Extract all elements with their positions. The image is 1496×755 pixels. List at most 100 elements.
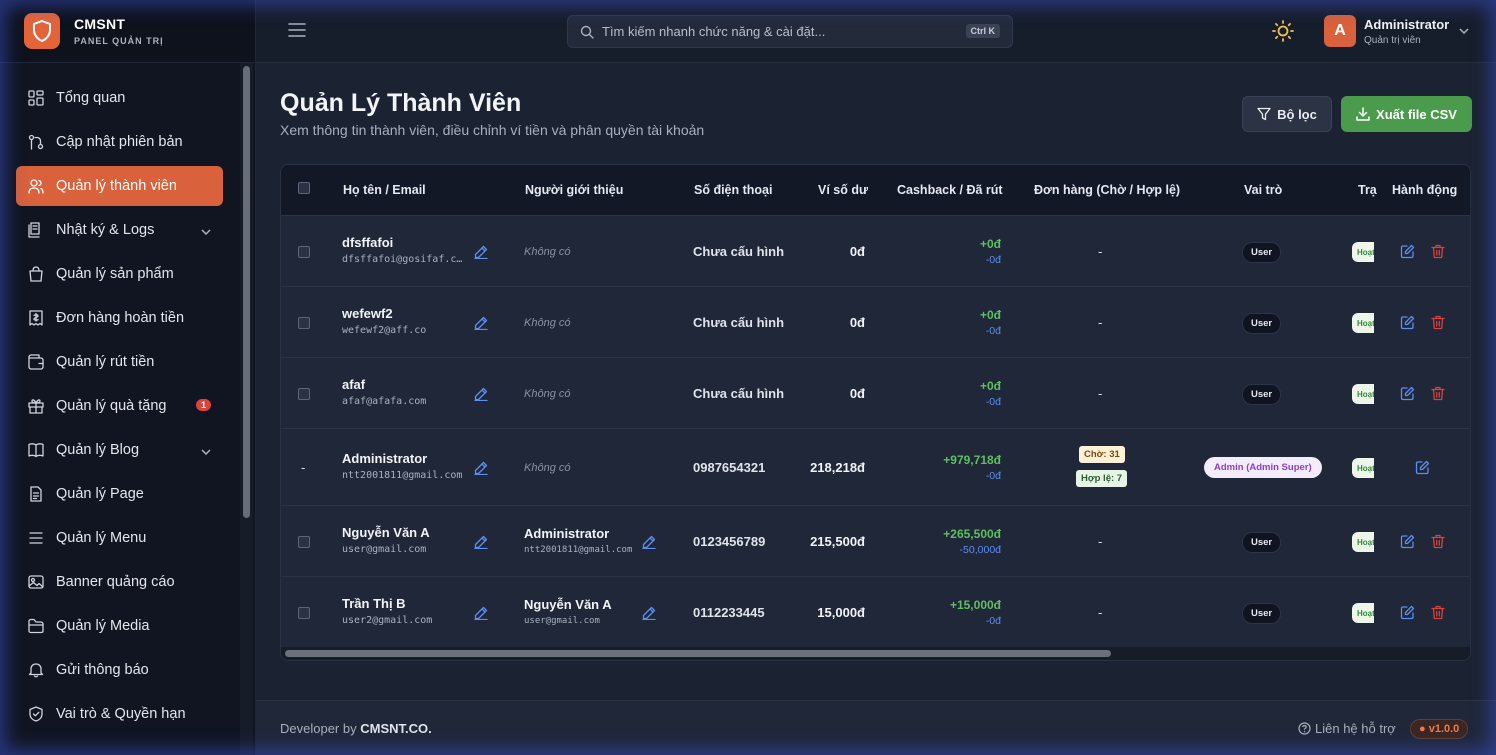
trash-icon[interactable] [1431, 534, 1445, 549]
withdrawn-amount: -50,000đ [959, 543, 1001, 556]
table-row[interactable]: Trần Thị B user2@gmail.com Nguyễn Văn A use… [281, 577, 1470, 648]
member-name: Nguyễn Văn A [342, 524, 430, 540]
edit-name-pencil-icon[interactable] [474, 387, 488, 401]
trash-icon[interactable] [1431, 386, 1445, 401]
sidebar-item-label: Quản lý Blog [56, 442, 140, 458]
col-wallet[interactable]: Ví số dư [818, 183, 868, 197]
row-checkbox[interactable] [298, 245, 310, 258]
edit-name-pencil-icon[interactable] [474, 245, 488, 259]
brand-name: CMSNT [74, 16, 126, 32]
orders-valid-badge: Hợp lệ: 7 [1076, 469, 1128, 487]
edit-icon[interactable] [1400, 244, 1415, 259]
sidebar-item-13[interactable]: Quản lý Media [16, 606, 223, 646]
edit-icon[interactable] [1400, 315, 1415, 330]
member-email: wefewf2@aff.co [342, 324, 427, 336]
row-checkbox[interactable] [298, 535, 310, 548]
edit-icon[interactable] [1415, 460, 1430, 475]
receipt-icon [28, 310, 44, 326]
sidebar-item-12[interactable]: Banner quảng cáo [16, 562, 223, 602]
member-phone: Chưa cấu hình [693, 385, 785, 401]
sidebar-item-7[interactable]: Quản lý rút tiền [16, 342, 223, 382]
edit-referrer-pencil-icon[interactable] [642, 606, 656, 620]
member-email: afaf@afafa.com [342, 395, 427, 407]
edit-referrer-pencil-icon[interactable] [642, 535, 656, 549]
page-subtitle: Xem thông tin thành viên, điều chỉnh ví … [280, 122, 705, 138]
member-phone: Chưa cấu hình [693, 243, 785, 259]
sidebar-item-8[interactable]: Quản lý quà tặng 1 [16, 386, 223, 426]
member-phone: 0123456789 [693, 533, 766, 549]
sidebar-item-label: Tổng quan [56, 90, 126, 106]
row-checkbox[interactable] [298, 606, 310, 619]
sidebar-item-label: Quản lý rút tiền [56, 354, 155, 370]
status-badge: Hoạt [1352, 531, 1374, 552]
shopping-bag-icon [28, 266, 44, 282]
sidebar-item-1[interactable]: Tổng quan [16, 78, 223, 118]
edit-icon[interactable] [1400, 605, 1415, 620]
edit-icon[interactable] [1400, 534, 1415, 549]
status-badge: Hoạt [1352, 312, 1374, 333]
avatar: A [1324, 15, 1356, 47]
edit-name-pencil-icon[interactable] [474, 535, 488, 549]
member-name: dfsffafoi [342, 234, 394, 250]
edit-name-pencil-icon[interactable] [474, 606, 488, 620]
orders-none: - [1098, 604, 1103, 620]
col-role[interactable]: Vai trò [1244, 183, 1282, 197]
git-icon [28, 134, 44, 150]
hamburger-menu-icon[interactable] [288, 22, 306, 43]
status-badge: Hoạt [1352, 457, 1374, 478]
col-cashback[interactable]: Cashback / Đã rút [897, 183, 1003, 197]
wallet-balance: 15,000đ [817, 604, 865, 620]
edit-name-pencil-icon[interactable] [474, 461, 488, 475]
table-row[interactable]: wefewf2 wefewf2@aff.co Không có Chưa cấu hì… [281, 287, 1470, 358]
sidebar-item-label: Đơn hàng hoàn tiền [56, 310, 185, 326]
sidebar-item-10[interactable]: Quản lý Page [16, 474, 223, 514]
sidebar-item-4[interactable]: Nhật ký & Logs [16, 210, 223, 250]
table-row[interactable]: afaf afaf@afafa.com Không có Chưa cấu hình 0… [281, 358, 1470, 429]
table-row[interactable]: Nguyễn Văn A user@gmail.com Administrator n… [281, 506, 1470, 577]
col-status[interactable]: Trạ [1358, 183, 1377, 197]
brand[interactable]: CMSNT PANEL QUẢN TRỊ [0, 0, 255, 63]
developer-link[interactable]: CMSNT.CO. [360, 721, 432, 736]
filter-button[interactable]: Bộ lọc [1242, 96, 1332, 132]
col-name[interactable]: Họ tên / Email [343, 183, 426, 197]
users-icon [28, 178, 44, 194]
sidebar-item-3[interactable]: Quản lý thành viên [16, 166, 223, 206]
book-icon [28, 442, 44, 458]
member-name: Administrator [342, 450, 428, 466]
select-all-checkbox[interactable] [298, 182, 310, 194]
export-csv-button[interactable]: Xuất file CSV [1341, 96, 1472, 132]
table-row[interactable]: - Administrator ntt2001811@gmail.com Không … [281, 429, 1470, 506]
sun-theme-toggle-icon[interactable] [1272, 20, 1294, 47]
member-email: dfsffafoi@gosifaf.c… [342, 253, 463, 265]
member-email: ntt2001811@gmail.com [342, 469, 463, 481]
sidebar-item-14[interactable]: Gửi thông báo [16, 650, 223, 690]
horizontal-scrollbar[interactable] [285, 650, 1111, 657]
search-input[interactable]: Tìm kiếm nhanh chức năng & cài đặt... [602, 24, 825, 39]
row-checkbox[interactable] [298, 316, 310, 329]
sidebar-item-2[interactable]: Cập nhật phiên bản [16, 122, 223, 162]
sidebar-item-15[interactable]: Vai trò & Quyền hạn [16, 694, 223, 734]
trash-icon[interactable] [1431, 315, 1445, 330]
support-link[interactable]: Liên hệ hỗ trợ [1298, 721, 1396, 736]
edit-name-pencil-icon[interactable] [474, 316, 488, 330]
edit-icon[interactable] [1400, 386, 1415, 401]
col-phone[interactable]: Số điện thoại [694, 183, 772, 197]
col-orders[interactable]: Đơn hàng (Chờ / Hợp lệ) [1034, 183, 1180, 197]
sidebar-item-11[interactable]: Quản lý Menu [16, 518, 223, 558]
sidebar-item-label: Gửi thông báo [56, 662, 149, 678]
sidebar-item-5[interactable]: Quản lý sản phẩm [16, 254, 223, 294]
table-row[interactable]: dfsffafoi dfsffafoi@gosifaf.c… Không có Chư… [281, 216, 1470, 287]
role-badge: User [1242, 312, 1282, 334]
sidebar-item-label: Nhật ký & Logs [56, 222, 155, 238]
role-badge: User [1242, 241, 1282, 263]
table-header: Họ tên / Email Người giới thiệu Số điện … [281, 165, 1470, 216]
sidebar-item-6[interactable]: Đơn hàng hoàn tiền [16, 298, 223, 338]
trash-icon[interactable] [1431, 244, 1445, 259]
trash-icon[interactable] [1431, 605, 1445, 620]
quick-search[interactable]: Tìm kiếm nhanh chức năng & cài đặt... Ct… [567, 15, 1013, 48]
user-menu[interactable]: A Administrator Quản trị viên [1324, 15, 1469, 47]
row-checkbox[interactable] [298, 387, 310, 400]
col-referrer[interactable]: Người giới thiệu [525, 183, 623, 197]
sidebar-item-9[interactable]: Quản lý Blog [16, 430, 223, 470]
developer-prefix: Developer by [280, 721, 357, 736]
